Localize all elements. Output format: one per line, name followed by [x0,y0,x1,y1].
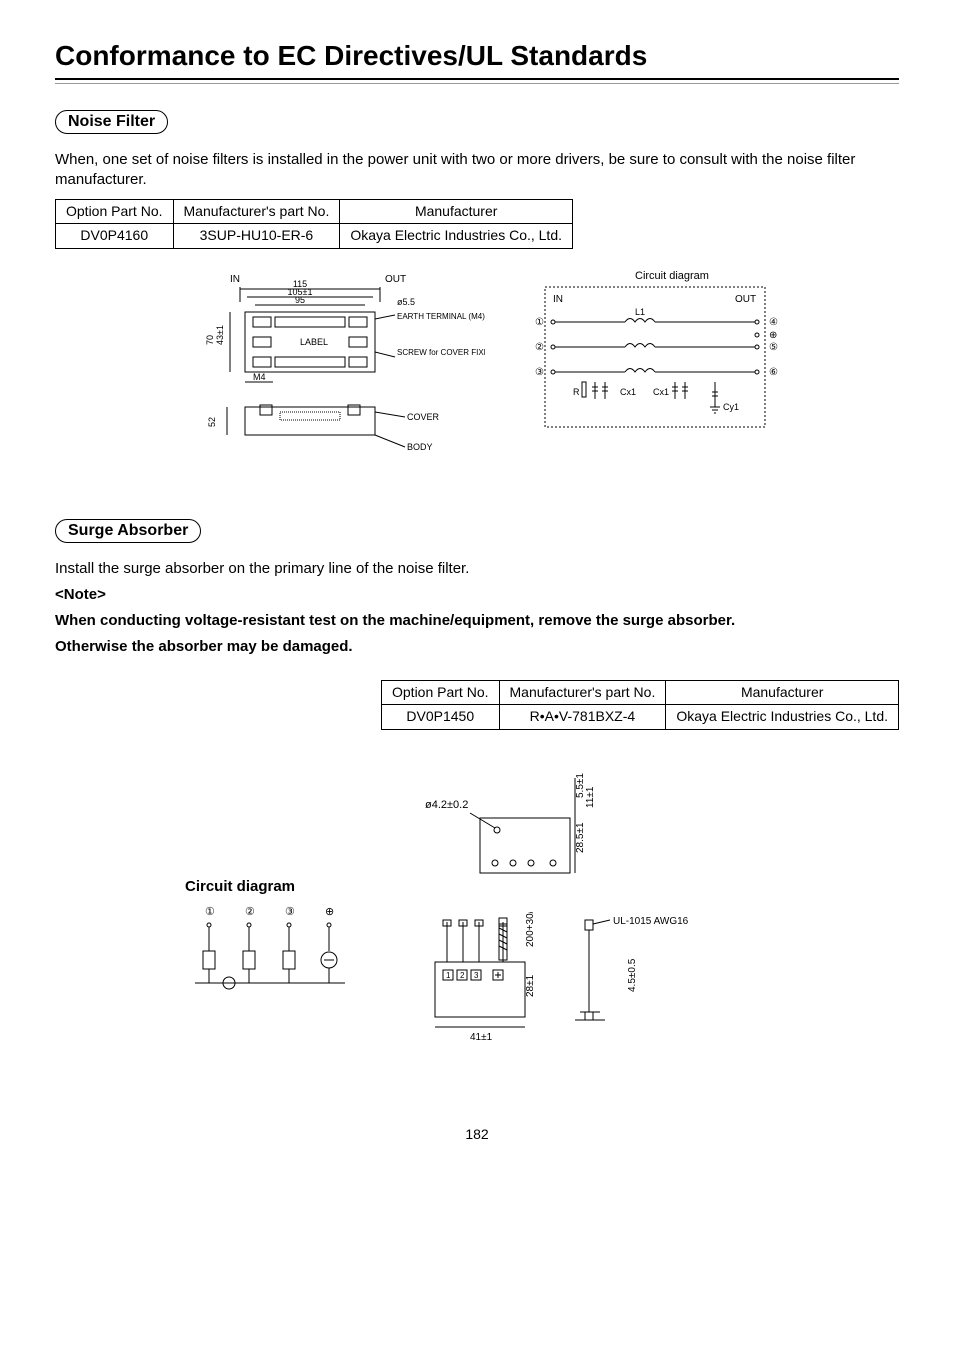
svg-text:ø4.2±0.2: ø4.2±0.2 [425,799,468,811]
surge-circuit-title: Circuit diagram [185,878,365,895]
svg-text:④: ④ [769,317,778,328]
s-td-2: Okaya Electric Industries Co., Ltd. [666,705,899,730]
svg-text:28±1: 28±1 [525,974,536,997]
title-underline [55,78,899,84]
svg-text:⑥: ⑥ [769,367,778,378]
s-th-1: Manufacturer's part No. [499,680,666,705]
s-th-2: Manufacturer [666,680,899,705]
svg-text:70: 70 [205,334,215,344]
svg-text:43±1: 43±1 [215,325,225,345]
svg-text:COVER: COVER [407,412,440,422]
nf-td-0: DV0P4160 [56,224,174,249]
svg-text:①: ① [205,906,215,918]
nf-th-2: Manufacturer [340,199,573,224]
svg-text:1: 1 [446,971,451,980]
svg-text:200+30/-0: 200+30/-0 [525,912,536,947]
svg-text:Cy1: Cy1 [723,402,739,412]
nf-td-1: 3SUP-HU10-ER-6 [173,224,340,249]
svg-text:Circuit diagram: Circuit diagram [635,270,709,282]
svg-text:②: ② [245,906,255,918]
svg-text:IN: IN [553,294,563,305]
s-td-0: DV0P1450 [382,705,500,730]
svg-text:IN: IN [230,274,240,285]
svg-text:⑤: ⑤ [769,342,778,353]
svg-text:11±1: 11±1 [585,786,596,808]
surge-note-label: <Note> [55,585,899,605]
svg-text:M4: M4 [253,372,266,382]
nf-td-2: Okaya Electric Industries Co., Ltd. [340,224,573,249]
surge-note2: Otherwise the absorber may be damaged. [55,637,899,657]
noise-filter-mechanical-diagram: IN OUT 115 105±1 95 ø5.5 LABEL 7 [205,267,485,481]
svg-text:③: ③ [285,906,295,918]
surge-heading: Surge Absorber [55,519,201,543]
svg-text:③: ③ [535,367,544,378]
svg-text:BODY: BODY [407,442,433,452]
svg-text:OUT: OUT [385,274,406,285]
surge-dim-box: 1 2 3 200+30/-0 28±1 41±1 UL-1015 AWG16 … [425,912,725,1066]
svg-text:⊕: ⊕ [769,330,777,341]
svg-text:②: ② [535,342,544,353]
svg-text:4.5±0.5: 4.5±0.5 [627,958,638,992]
svg-text:52: 52 [207,416,217,426]
svg-text:2: 2 [460,971,465,980]
svg-text:R: R [573,387,580,397]
page-number: 182 [55,1126,899,1142]
svg-text:Cx1: Cx1 [620,387,636,397]
page-title: Conformance to EC Directives/UL Standard… [55,40,899,74]
surge-note1: When conducting voltage-resistant test o… [55,611,899,631]
svg-text:ø5.5: ø5.5 [397,297,415,307]
svg-text:UL-1015 AWG16: UL-1015 AWG16 [613,916,689,927]
surge-circuit-diagram: Circuit diagram ① ② ③ ⊕ [185,878,365,1007]
svg-text:LABEL: LABEL [300,337,328,347]
svg-text:3: 3 [474,971,479,980]
svg-text:L1: L1 [635,307,645,317]
surge-table: Option Part No. Manufacturer's part No. … [381,680,899,730]
svg-text:95: 95 [295,295,305,305]
s-th-0: Option Part No. [382,680,500,705]
svg-text:EARTH TERMINAL (M4): EARTH TERMINAL (M4) [397,312,485,321]
noise-filter-paragraph: When, one set of noise filters is instal… [55,150,899,191]
svg-text:SCREW for COVER FIXING (M3): SCREW for COVER FIXING (M3) [397,348,485,357]
surge-dim-top: ø4.2±0.2 5.5±1 11±1 28.5±1 [425,768,605,892]
nf-th-1: Manufacturer's part No. [173,199,340,224]
svg-text:OUT: OUT [735,294,756,305]
s-td-1: R•A•V-781BXZ-4 [499,705,666,730]
surge-p1: Install the surge absorber on the primar… [55,559,899,579]
nf-th-0: Option Part No. [56,199,174,224]
noise-filter-heading: Noise Filter [55,110,168,134]
noise-filter-table: Option Part No. Manufacturer's part No. … [55,199,573,249]
svg-text:28.5±1: 28.5±1 [575,822,586,853]
svg-text:41±1: 41±1 [470,1032,493,1043]
noise-filter-circuit-diagram: Circuit diagram IN OUT ① ② ③ ④ ⊕ ⑤ ⑥ L1 [525,267,785,481]
svg-text:Cx1: Cx1 [653,387,669,397]
svg-text:⊕: ⊕ [325,906,334,918]
svg-text:①: ① [535,317,544,328]
